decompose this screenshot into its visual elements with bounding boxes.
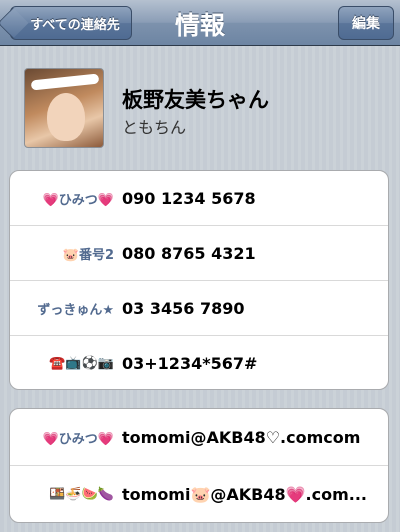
phone-label: ずっきゅん★ (37, 302, 114, 318)
back-button-label: すべての連絡先 (30, 17, 120, 33)
avatar-face-shape (47, 93, 85, 141)
phone-number: 090 1234 5678 (122, 188, 256, 208)
email-label: 🍱🍜🍉🍆 (49, 487, 114, 502)
phone-label: 💗ひみつ💗 (42, 192, 114, 208)
email-row[interactable]: 🍱🍜🍉🍆 tomomi🐷@AKB48💗.com... (10, 466, 388, 522)
avatar[interactable] (24, 68, 104, 148)
avatar-headband-shape (30, 73, 100, 91)
contact-name: 板野友美ちゃん (122, 88, 269, 112)
phone-row[interactable]: 🐷番号2 080 8765 4321 (10, 226, 388, 281)
phone-label: ☎️📺⚽📷 (49, 356, 114, 371)
phone-label: 🐷番号2 (62, 247, 114, 263)
email-label: 💗ひみつ💗 (42, 431, 114, 447)
edit-button[interactable]: 編集 (338, 6, 394, 40)
phone-number: 03 3456 7890 (122, 298, 245, 318)
phone-number: 03+1234*567# (122, 354, 258, 373)
phone-row[interactable]: ずっきゅん★ 03 3456 7890 (10, 281, 388, 336)
phone-row[interactable]: ☎️📺⚽📷 03+1234*567# (10, 336, 388, 389)
phone-group: 💗ひみつ💗 090 1234 5678 🐷番号2 080 8765 4321 ず… (9, 170, 389, 390)
contact-nickname: ともちん (122, 118, 187, 137)
email-address-text: tomomi@AKB48♡.comcom (122, 427, 361, 447)
phone-row[interactable]: 💗ひみつ💗 090 1234 5678 (10, 171, 388, 226)
email-address-text: tomomi🐷@AKB48💗.com... (122, 485, 368, 504)
email-group: 💗ひみつ💗 tomomi@AKB48♡.comcom 🍱🍜🍉🍆 tomomi🐷@… (9, 408, 389, 523)
email-address: tomomi@AKB48♡.comcom (122, 409, 378, 465)
contact-header: 板野友美ちゃん ともちん (24, 68, 384, 152)
phone-number: 080 8765 4321 (122, 243, 256, 263)
navigation-bar: すべての連絡先 情報 編集 (0, 0, 400, 46)
email-row[interactable]: 💗ひみつ💗 tomomi@AKB48♡.comcom (10, 409, 388, 466)
email-address: tomomi🐷@AKB48💗.com... (122, 466, 378, 522)
